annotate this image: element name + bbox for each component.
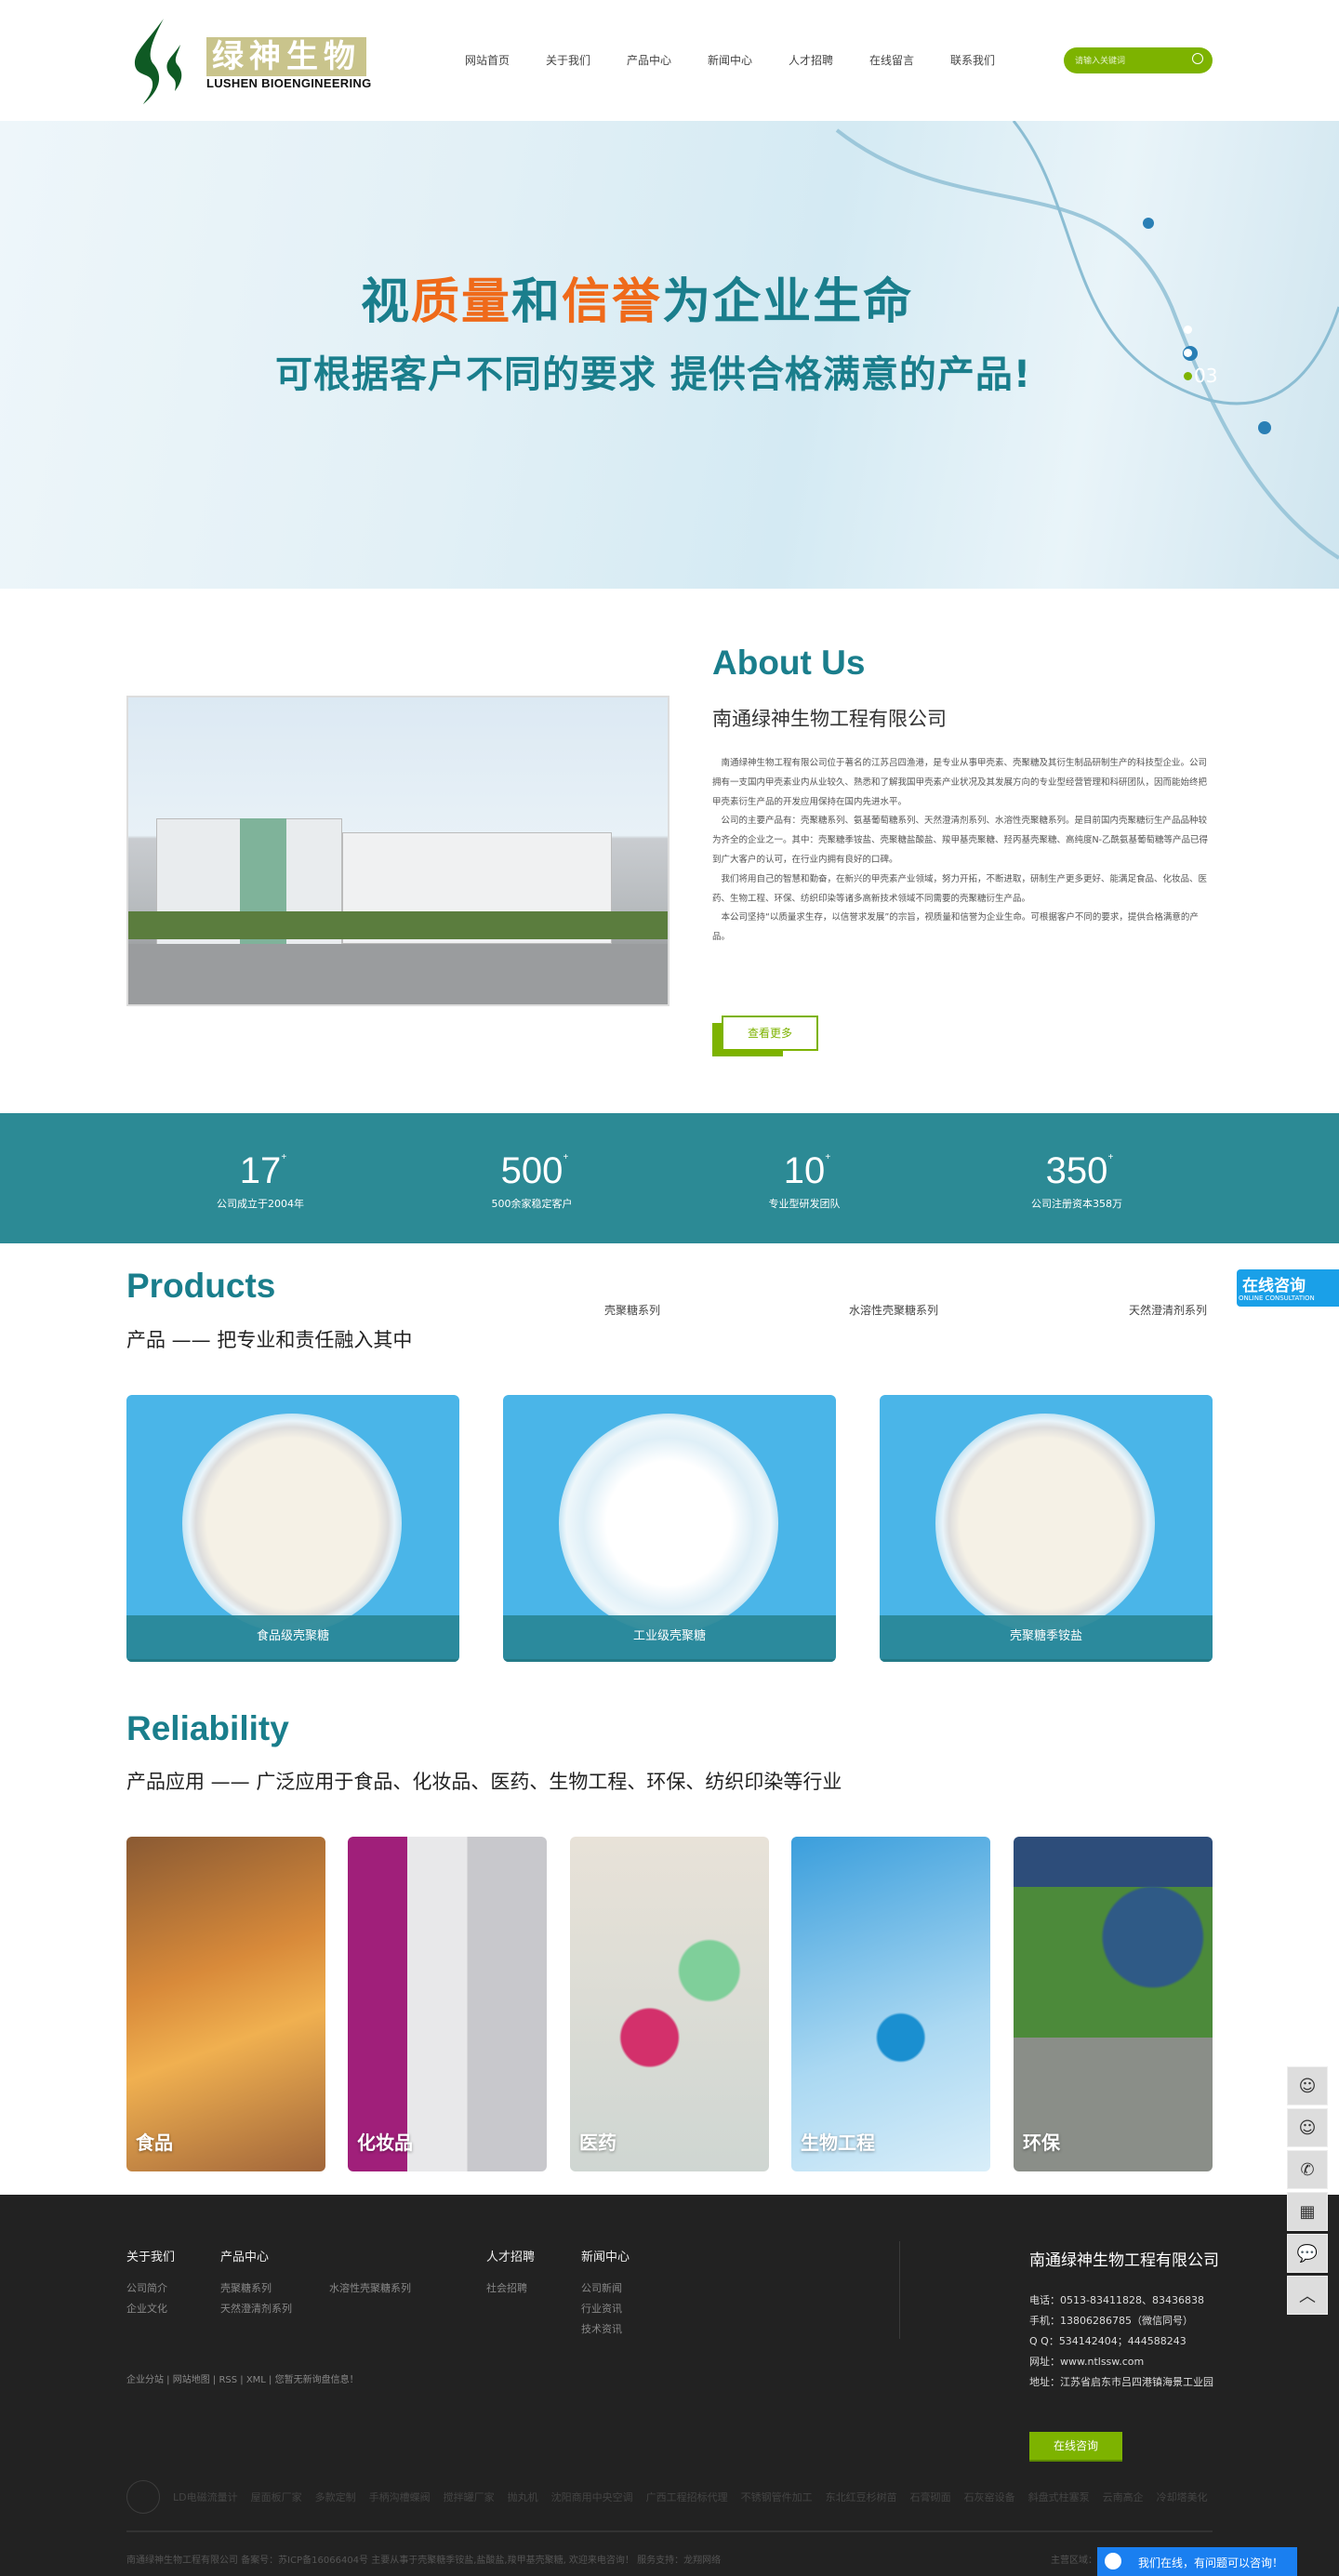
footer-consult-button[interactable]: 在线咨询 <box>1029 2432 1122 2462</box>
about-title: About Us <box>712 644 866 682</box>
hero-banner: 视质量和信誉为企业生命 可根据客户不同的要求 提供合格满意的产品! 03 <box>0 121 1339 589</box>
stat-item: 500 +500余家稳定客户 <box>491 1150 573 1210</box>
stat-item: 350 + 公司注册资本358万 <box>1031 1150 1122 1210</box>
logo-text-en: LUSHEN BIOENGINEERING <box>206 76 372 90</box>
friend-link[interactable]: 云南高企 <box>1103 2490 1144 2504</box>
view-more-button[interactable]: 查看更多 <box>722 1016 818 1051</box>
footer-col-title[interactable]: 关于我们 <box>126 2247 175 2264</box>
main-nav: 网站首页 关于我们 产品中心 新闻中心 人才招聘 在线留言 联系我们 <box>465 52 1031 68</box>
friend-link[interactable]: 搅拌罐厂家 <box>444 2490 495 2504</box>
footer-link[interactable]: 行业资讯 <box>581 2301 622 2316</box>
stat-item: 17 + 公司成立于2004年 <box>217 1150 304 1210</box>
qrcode-icon[interactable]: ▦ <box>1287 2192 1328 2231</box>
friend-link[interactable]: 手柄沟槽蝶阀 <box>369 2490 431 2504</box>
logo-icon[interactable] <box>126 17 192 104</box>
about-description: 南通绿神生物工程有限公司位于著名的江苏吕四渔港，是专业从事甲壳素、壳聚糖及其衍生… <box>712 758 1209 943</box>
slide-number: 03 <box>1194 365 1218 387</box>
banner-subline: 可根据客户不同的要求 提供合格满意的产品! <box>275 353 1032 396</box>
footer-link[interactable]: 壳聚糖系列 <box>220 2280 272 2295</box>
products-subtitle: 产品 —— 把专业和责任融入其中 <box>126 1329 413 1351</box>
footer-link[interactable]: 社会招聘 <box>486 2280 527 2295</box>
nav-news[interactable]: 新闻中心 <box>708 52 789 68</box>
friend-link[interactable]: LD电磁流量计 <box>173 2490 238 2504</box>
search-placeholder: 请输入关键词 <box>1075 57 1126 66</box>
logo-text-cn[interactable]: 绿神生物 <box>206 37 366 76</box>
friend-link[interactable]: 屋面板厂家 <box>251 2490 302 2504</box>
friend-link[interactable]: 沈阳商用中央空调 <box>551 2490 633 2504</box>
reliability-title: Reliability <box>126 1709 289 1747</box>
nav-home[interactable]: 网站首页 <box>465 52 546 68</box>
friend-link[interactable]: 石膏砌面 <box>910 2490 951 2504</box>
nav-contact[interactable]: 联系我们 <box>950 52 1031 68</box>
nav-message[interactable]: 在线留言 <box>869 52 950 68</box>
friend-links: LD电磁流量计 屋面板厂家 多款定制 手柄沟槽蝶阀 搅拌罐厂家 抛丸机 沈阳商用… <box>126 2480 1208 2514</box>
application-tile-food[interactable]: 食品 <box>126 1837 325 2171</box>
application-tile-medicine[interactable]: 医药 <box>570 1837 769 2171</box>
product-card[interactable]: 食品级壳聚糖 <box>126 1395 459 1662</box>
footer-company-name: 南通绿神生物工程有限公司 <box>1029 2251 1219 2270</box>
banner-headline: 视质量和信誉为企业生命 <box>361 274 914 330</box>
footer-col-title[interactable]: 产品中心 <box>220 2247 269 2264</box>
slide-dot-2[interactable] <box>1184 349 1192 357</box>
footer-link[interactable]: 公司简介 <box>126 2280 167 2295</box>
slide-dot-3-active[interactable] <box>1184 372 1192 380</box>
search-icon[interactable] <box>1192 53 1203 64</box>
contact-qq: Q Q：534142404；444588243 <box>1029 2335 1187 2347</box>
footer-link[interactable]: 技术资讯 <box>581 2321 622 2336</box>
footer-link[interactable]: 企业文化 <box>126 2301 167 2316</box>
message-icon[interactable]: 💬 <box>1287 2234 1328 2273</box>
footer-link[interactable]: 公司新闻 <box>581 2280 622 2295</box>
friend-link[interactable]: 东北红豆杉树苗 <box>826 2490 897 2504</box>
friend-link[interactable]: 斜盘式柱塞泵 <box>1028 2490 1090 2504</box>
nav-products[interactable]: 产品中心 <box>627 52 708 68</box>
product-tab-clarifier[interactable]: 天然澄清剂系列 <box>1129 1302 1207 1318</box>
online-consultation-badge[interactable]: 在线咨询 ONLINE CONSULTATION <box>1237 1269 1339 1307</box>
contact-website[interactable]: 网址：www.ntlssw.com <box>1029 2354 1144 2369</box>
product-tab-chitosan[interactable]: 壳聚糖系列 <box>604 1302 660 1318</box>
site-footer: 关于我们 公司简介 企业文化 产品中心 壳聚糖系列 天然澄清剂系列 水溶性壳聚糖… <box>0 2195 1339 2576</box>
friend-link[interactable]: 抛丸机 <box>508 2490 538 2504</box>
application-tile-cosmetics[interactable]: 化妆品 <box>348 1837 547 2171</box>
friend-link[interactable]: 多款定制 <box>315 2490 356 2504</box>
link-icon <box>126 2480 160 2514</box>
footer-link[interactable]: 水溶性壳聚糖系列 <box>329 2280 411 2295</box>
product-tab-water-soluble[interactable]: 水溶性壳聚糖系列 <box>849 1302 938 1318</box>
main-region: 主营区域： <box>1051 2556 1097 2566</box>
friend-link[interactable]: 石灰窑设备 <box>964 2490 1015 2504</box>
footer-link[interactable]: 天然澄清剂系列 <box>220 2301 292 2316</box>
contact-mobile: 手机：13806286785（微信同号） <box>1029 2315 1193 2327</box>
friend-link[interactable]: 不锈钢管件加工 <box>741 2490 813 2504</box>
chat-icon <box>1105 2553 1121 2569</box>
phone-icon[interactable]: ✆ <box>1287 2150 1328 2189</box>
stats-band: 17 + 公司成立于2004年 500 +500余家稳定客户 10 + 专业型研发团队 3… <box>0 1113 1339 1243</box>
contact-phone: 电话：0513-83411828、83436838 <box>1029 2294 1204 2306</box>
footer-separator <box>126 2530 1213 2532</box>
application-tile-environment[interactable]: 环保 <box>1014 1837 1213 2171</box>
footer-col-title[interactable]: 人才招聘 <box>486 2247 535 2264</box>
site-header: 绿神生物 LUSHEN BIOENGINEERING 网站首页 关于我们 产品中… <box>0 0 1339 121</box>
company-building-photo <box>126 696 670 1006</box>
stat-item: 10 + 专业型研发团队 <box>768 1150 841 1210</box>
friend-link[interactable]: 广西工程招标代理 <box>646 2490 728 2504</box>
application-tile-bioengineering[interactable]: 生物工程 <box>791 1837 990 2171</box>
online-chat-bar[interactable]: 我们在线，有问题可以咨询！ <box>1097 2547 1297 2576</box>
nav-careers[interactable]: 人才招聘 <box>789 52 869 68</box>
reliability-subtitle: 产品应用 —— 广泛应用于食品、化妆品、医药、生物工程、环保、纺织印染等行业 <box>126 1771 842 1793</box>
search-input[interactable]: 请输入关键词 <box>1064 47 1213 73</box>
about-company-name: 南通绿神生物工程有限公司 <box>712 708 947 730</box>
footer-divider <box>899 2241 900 2339</box>
contact-address: 地址：江苏省启东市吕四港镇海景工业园 <box>1029 2376 1213 2388</box>
slide-dot-1[interactable] <box>1184 325 1192 334</box>
qq-icon[interactable]: ☺ <box>1287 2108 1328 2147</box>
friend-link[interactable]: 冷却塔美化 <box>1157 2490 1208 2504</box>
product-card[interactable]: 壳聚糖季铵盐 <box>880 1395 1213 1662</box>
qq-icon[interactable]: ☺ <box>1287 2066 1328 2105</box>
back-to-top-icon[interactable]: ︿ <box>1287 2276 1328 2315</box>
products-title: Products <box>126 1267 276 1305</box>
footer-bottom-links[interactable]: 企业分站 | 网站地图 | RSS | XML | 您暂无新询盘信息！ <box>126 2371 359 2385</box>
footer-col-title[interactable]: 新闻中心 <box>581 2247 630 2264</box>
product-card[interactable]: 工业级壳聚糖 <box>503 1395 836 1662</box>
copyright: 南通绿神生物工程有限公司 备案号：苏ICP备16066404号 主要从事于壳聚糖… <box>126 2556 722 2566</box>
nav-about[interactable]: 关于我们 <box>546 52 627 68</box>
